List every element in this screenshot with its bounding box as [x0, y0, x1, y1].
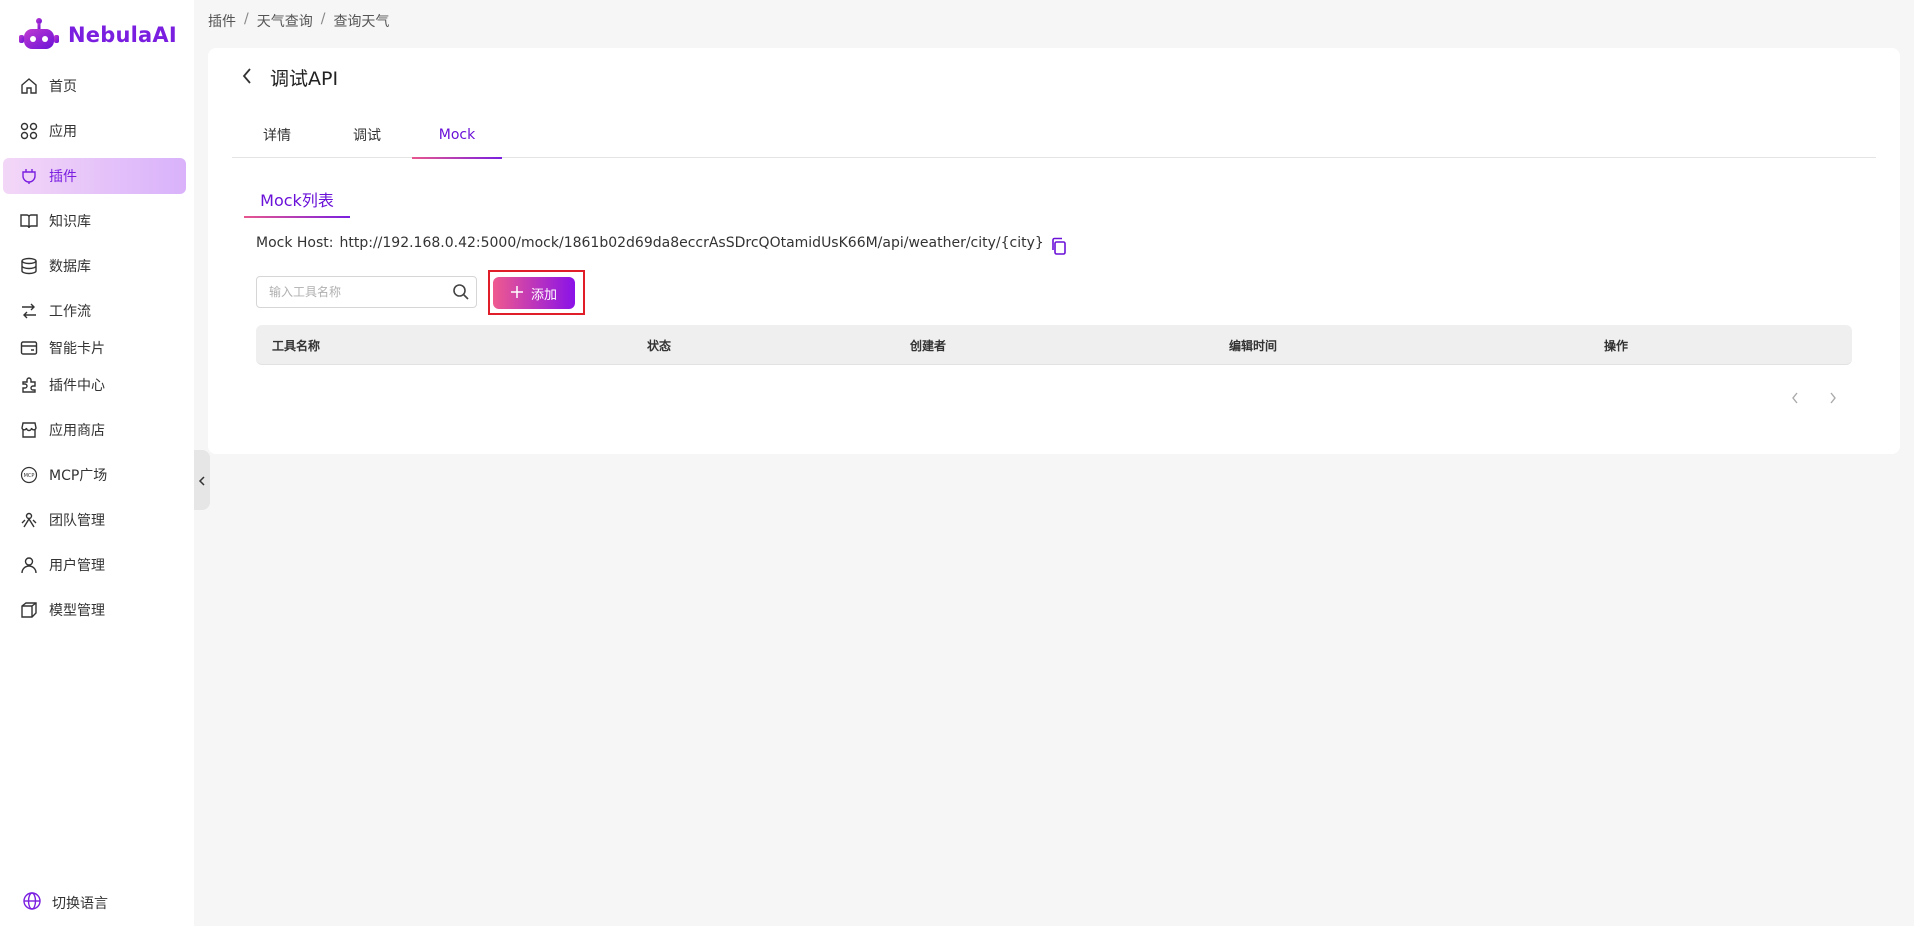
- mock-host-url: http://192.168.0.42:5000/mock/1861b02d69…: [339, 235, 1044, 251]
- sidebar-item-label: 团队管理: [49, 513, 105, 529]
- sidebar-item-workflow[interactable]: 工作流: [3, 293, 186, 329]
- search-field: [256, 276, 477, 308]
- language-label: 切换语言: [52, 896, 108, 912]
- sidebar-item-apps[interactable]: 应用: [3, 113, 186, 149]
- mcp-icon: MCP: [19, 465, 39, 485]
- sidebar-item-plugins[interactable]: 插件: [3, 158, 186, 194]
- breadcrumb: 插件 / 天气查询 / 查询天气: [208, 11, 389, 31]
- table-header: 工具名称 状态 创建者 编辑时间 操作: [256, 325, 1852, 365]
- chevron-left-icon: [241, 67, 253, 89]
- database-icon: [19, 256, 39, 276]
- page-title: 调试API: [270, 68, 339, 90]
- column-header-creator: 创建者: [910, 338, 947, 353]
- sidebar-item-plugin-center[interactable]: 插件中心: [3, 367, 186, 403]
- language-switch[interactable]: 切换语言: [22, 891, 108, 915]
- sidebar-item-label: 首页: [49, 79, 77, 95]
- sidebar-item-app-store[interactable]: 应用商店: [3, 412, 186, 448]
- tab-debug[interactable]: 调试: [322, 112, 412, 158]
- sidebar-item-label: 模型管理: [49, 603, 105, 619]
- sidebar-item-label: 知识库: [49, 214, 91, 230]
- sidebar-item-mcp[interactable]: MCP MCP广场: [3, 457, 186, 493]
- robot-logo-icon: [19, 18, 59, 49]
- column-header-edit-time: 编辑时间: [1229, 338, 1278, 353]
- plug-icon: [19, 166, 39, 186]
- breadcrumb-item[interactable]: 天气查询: [257, 11, 313, 31]
- tab-details[interactable]: 详情: [232, 112, 322, 158]
- add-button[interactable]: 添加: [493, 277, 575, 309]
- back-button[interactable]: [236, 66, 258, 90]
- column-header-status: 状态: [647, 338, 672, 353]
- brand-logo[interactable]: NebulaAI: [18, 14, 177, 56]
- add-button-label: 添加: [530, 286, 557, 302]
- workflow-icon: [19, 301, 39, 321]
- sidebar-item-label: 数据库: [49, 259, 91, 275]
- sidebar-item-label: MCP广场: [49, 468, 108, 484]
- tab-mock-list[interactable]: Mock列表: [244, 180, 350, 218]
- breadcrumb-item[interactable]: 插件: [208, 11, 236, 31]
- pagination-next-button[interactable]: [1823, 388, 1843, 408]
- book-icon: [19, 211, 39, 231]
- search-icon[interactable]: [446, 277, 476, 307]
- sidebar-item-database[interactable]: 数据库: [3, 248, 186, 284]
- tab-bar: 详情 调试 Mock: [232, 112, 1876, 159]
- sidebar-item-users[interactable]: 用户管理: [3, 547, 186, 583]
- mock-host: Mock Host: http://192.168.0.42:5000/mock…: [256, 231, 1068, 255]
- globe-icon: [22, 891, 42, 915]
- home-icon: [19, 76, 39, 96]
- svg-text:MCP: MCP: [24, 473, 35, 479]
- breadcrumb-separator: /: [244, 11, 249, 27]
- pagination-prev-button[interactable]: [1785, 388, 1805, 408]
- sidebar: NebulaAI 首页 应用 插件 知识库 数据库 工作流 智能卡片 插件中心 …: [0, 0, 194, 926]
- cube-icon: [19, 600, 39, 620]
- user-icon: [19, 555, 39, 575]
- puzzle-icon: [19, 375, 39, 395]
- card-icon: [19, 338, 39, 358]
- mock-host-label: Mock Host:: [256, 235, 334, 251]
- brand-name: NebulaAI: [68, 23, 177, 47]
- tool-name-search-input[interactable]: [257, 277, 446, 307]
- sidebar-item-label: 应用商店: [49, 423, 105, 439]
- sidebar-item-knowledge[interactable]: 知识库: [3, 203, 186, 239]
- sidebar-item-label: 用户管理: [49, 558, 105, 574]
- sidebar-item-home[interactable]: 首页: [3, 68, 186, 104]
- sidebar-item-label: 应用: [49, 124, 77, 140]
- sidebar-item-smart-card[interactable]: 智能卡片: [3, 330, 186, 366]
- copy-icon[interactable]: [1050, 237, 1068, 255]
- sidebar-item-models[interactable]: 模型管理: [3, 592, 186, 628]
- apps-grid-icon: [19, 121, 39, 141]
- chevron-left-icon: [198, 471, 206, 490]
- chevron-left-icon: [1791, 389, 1799, 408]
- column-header-tool-name: 工具名称: [272, 338, 321, 353]
- plus-icon: [510, 285, 523, 301]
- sidebar-item-label: 插件中心: [49, 378, 105, 394]
- sidebar-item-label: 智能卡片: [49, 341, 105, 357]
- tab-mock[interactable]: Mock: [412, 112, 502, 159]
- sidebar-item-label: 插件: [49, 169, 77, 185]
- chevron-right-icon: [1829, 389, 1837, 408]
- team-icon: [19, 510, 39, 530]
- sidebar-item-label: 工作流: [49, 304, 91, 320]
- column-header-actions: 操作: [1604, 338, 1629, 353]
- breadcrumb-item: 查询天气: [333, 14, 390, 30]
- sidebar-item-team[interactable]: 团队管理: [3, 502, 186, 538]
- sidebar-collapse-button[interactable]: [194, 450, 210, 510]
- breadcrumb-separator: /: [320, 11, 326, 27]
- store-icon: [19, 420, 39, 440]
